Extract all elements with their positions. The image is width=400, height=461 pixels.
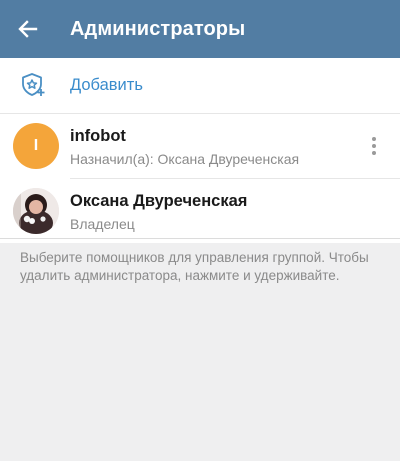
arrow-left-icon <box>18 20 38 38</box>
admin-subtitle: Владелец <box>70 216 135 232</box>
add-admin-button[interactable]: Добавить <box>0 58 400 113</box>
avatar: I <box>13 123 59 169</box>
user-photo <box>13 188 59 234</box>
admin-subtitle: Назначил(а): Оксана Двуреченская <box>70 151 300 167</box>
list-item-infobot[interactable]: I infobot Назначил(а): Оксана Двуреченск… <box>0 114 400 178</box>
page-title: Администраторы <box>70 17 246 40</box>
add-admin-label: Добавить <box>70 76 143 94</box>
back-button[interactable] <box>0 0 56 58</box>
avatar <box>13 188 59 234</box>
admin-name: Оксана Двуреченская <box>70 192 248 210</box>
app-header: Администраторы <box>0 0 400 58</box>
list-item-owner[interactable]: Оксана Двуреченская Владелец <box>0 179 400 243</box>
admin-list: Добавить I infobot Назначил(а): Оксана Д… <box>0 58 400 243</box>
hint-text: Выберите помощников для управления групп… <box>20 250 369 283</box>
avatar-letter: I <box>33 137 39 154</box>
admin-name: infobot <box>70 127 126 145</box>
more-vertical-icon[interactable] <box>362 134 386 158</box>
shield-add-icon <box>22 73 45 96</box>
